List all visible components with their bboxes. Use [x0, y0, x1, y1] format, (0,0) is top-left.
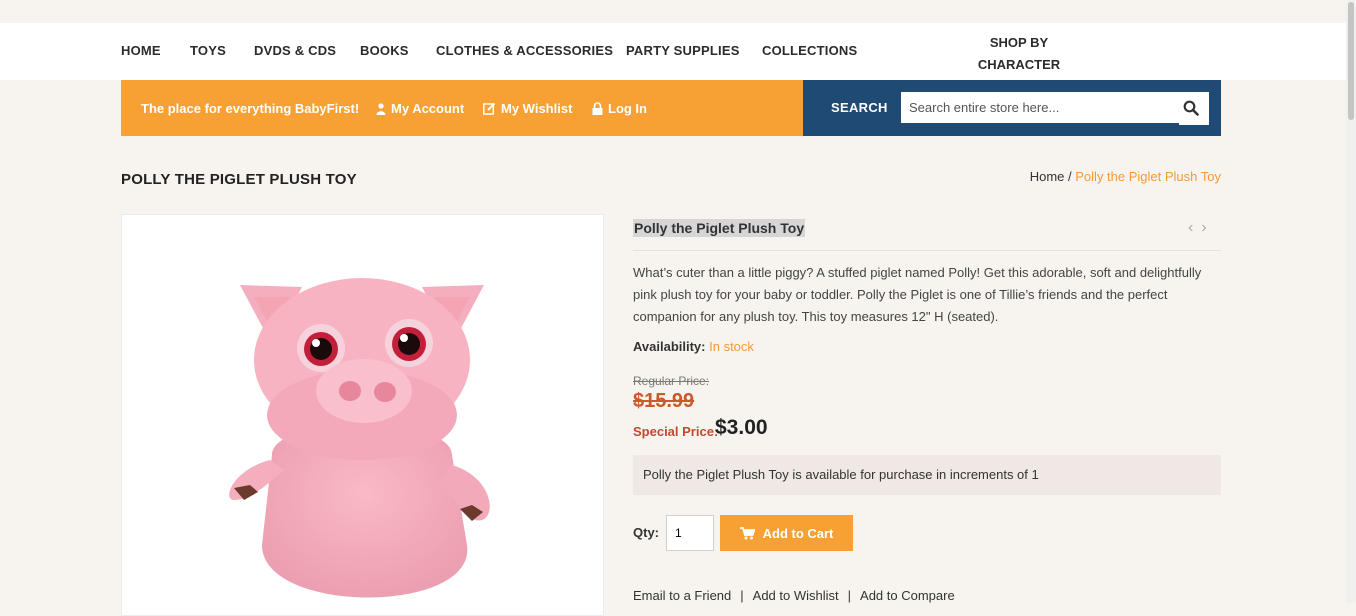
product-name: Polly the Piglet Plush Toy: [633, 219, 806, 237]
my-account-link[interactable]: My Account: [376, 101, 464, 116]
lock-icon: [592, 102, 603, 115]
chevron-left-icon[interactable]: ‹: [1188, 219, 1193, 236]
product-pager: ‹ ›: [1188, 219, 1215, 237]
breadcrumb-separator: /: [1064, 169, 1076, 184]
chevron-right-icon[interactable]: ›: [1201, 219, 1206, 236]
log-in-label: Log In: [608, 101, 647, 116]
add-to-cart-label: Add to Cart: [762, 525, 834, 541]
product-description: What’s cuter than a little piggy? A stuf…: [633, 265, 1202, 324]
link-separator: |: [740, 588, 744, 603]
cart-icon: [739, 526, 756, 539]
search-icon: [1183, 100, 1199, 116]
email-friend-link[interactable]: Email to a Friend: [633, 588, 731, 603]
increment-notice: Polly the Piglet Plush Toy is available …: [633, 455, 1221, 495]
regular-price: $15.99: [633, 390, 695, 412]
my-account-label: My Account: [391, 101, 465, 116]
product-image-panel[interactable]: [121, 214, 604, 616]
page-scrollbar[interactable]: [1346, 0, 1356, 603]
shop-by-line1: SHOP BY: [989, 35, 1049, 50]
nav-collections[interactable]: COLLECTIONS: [762, 43, 857, 58]
nav-toys[interactable]: TOYS: [190, 43, 226, 58]
nav-books[interactable]: BOOKS: [360, 43, 409, 58]
qty-label: Qty:: [633, 525, 659, 540]
regular-price-label: Regular Price:: [633, 374, 710, 388]
page-title: POLLY THE PIGLET PLUSH TOY: [121, 171, 357, 188]
nav-clothes-accessories[interactable]: CLOTHES & ACCESSORIES: [436, 43, 613, 58]
availability: Availability: In stock: [633, 339, 754, 354]
edit-icon: [483, 102, 496, 115]
special-price-label: Special Price:: [633, 424, 719, 439]
search-input[interactable]: [901, 92, 1179, 123]
nav-party-supplies[interactable]: PARTY SUPPLIES: [626, 43, 740, 58]
breadcrumb-current: Polly the Piglet Plush Toy: [1075, 169, 1221, 184]
add-to-wishlist-link[interactable]: Add to Wishlist: [753, 588, 839, 603]
shop-by-line2: CHARACTER: [977, 57, 1061, 72]
user-icon: [376, 103, 386, 115]
search-label: SEARCH: [831, 100, 888, 115]
product-image-piglet: [229, 278, 490, 598]
my-wishlist-label: My Wishlist: [501, 101, 573, 116]
my-wishlist-link[interactable]: My Wishlist: [483, 101, 572, 116]
special-price: $3.00: [715, 416, 768, 439]
breadcrumb: Home / Polly the Piglet Plush Toy: [1030, 169, 1221, 184]
divider: [633, 250, 1221, 251]
search-bar: SEARCH: [803, 80, 1221, 136]
search-button[interactable]: [1179, 92, 1209, 125]
nav-dvds-cds[interactable]: DVDS & CDS: [254, 43, 336, 58]
product-actions: Email to a Friend | Add to Wishlist | Add to…: [633, 588, 955, 603]
nav-home[interactable]: HOME: [121, 43, 161, 58]
add-to-compare-link[interactable]: Add to Compare: [860, 588, 955, 603]
nav-shop-by-character[interactable]: SHOP BY CHARACTER: [975, 32, 1063, 76]
breadcrumb-home[interactable]: Home: [1030, 169, 1065, 184]
qty-input[interactable]: [666, 515, 714, 551]
header-orange-bar: The place for everything BabyFirst! My A…: [121, 80, 803, 136]
scrollbar-thumb[interactable]: [1348, 2, 1354, 120]
main-navigation: HOME TOYS DVDS & CDS BOOKS CLOTHES & ACC…: [0, 23, 1346, 80]
link-separator: |: [847, 588, 852, 603]
availability-value: In stock: [709, 339, 754, 354]
store-tagline: The place for everything BabyFirst!: [141, 101, 360, 116]
add-to-cart-button[interactable]: Add to Cart: [720, 515, 853, 551]
availability-label: Availability:: [633, 339, 706, 354]
log-in-link[interactable]: Log In: [592, 101, 647, 116]
